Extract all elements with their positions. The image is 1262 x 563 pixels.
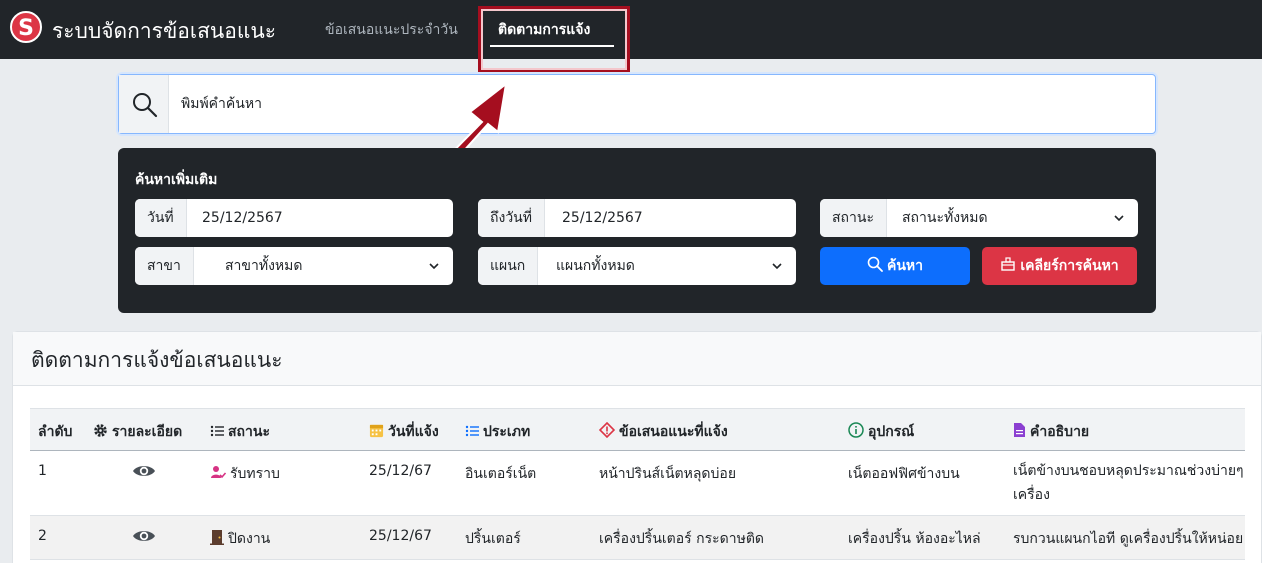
eye-icon bbox=[132, 466, 155, 476]
chevron-down-icon bbox=[772, 263, 782, 270]
date-to-field[interactable]: ถึงวันที่ 25/12/2567 bbox=[478, 199, 796, 237]
clear-button-label: เคลียร์การค้นหา bbox=[1020, 258, 1119, 274]
status-label: สถานะ bbox=[820, 199, 887, 237]
search-button[interactable]: ค้นหา bbox=[820, 247, 970, 285]
col-header-issue[interactable]: ข้อเสนอแนะที่แจ้ง bbox=[591, 408, 840, 451]
status-value: สถานะทั้งหมด bbox=[902, 210, 988, 226]
advanced-search-title: ค้นหาเพิ่มเติม bbox=[135, 172, 218, 188]
row-issue: เครื่องปริ้นเตอร์ กระดาษติด bbox=[599, 531, 765, 547]
info-icon bbox=[848, 422, 864, 438]
branch-label: สาขา bbox=[135, 247, 194, 285]
date-from-label: วันที่ bbox=[135, 199, 187, 237]
col-header-device[interactable]: อุปกรณ์ bbox=[840, 408, 1005, 451]
app-title[interactable]: ระบบจัดการข้อเสนอแนะ bbox=[52, 15, 276, 48]
department-label: แผนก bbox=[478, 247, 539, 285]
row-status: ปิดงาน bbox=[202, 516, 361, 560]
eye-icon bbox=[132, 531, 155, 541]
row-device: เน็ตออฟฟิศข้างบน bbox=[848, 466, 960, 482]
list-icon bbox=[210, 425, 224, 437]
card-header: ติดตามการแจ้งข้อเสนอแนะ bbox=[13, 332, 1261, 386]
row-issue: หน้าปรินส์เน็ตหลุดบ่อย bbox=[599, 466, 737, 482]
col-header-status[interactable]: สถานะ bbox=[202, 408, 361, 451]
view-detail-button[interactable] bbox=[85, 516, 202, 560]
status-text: ปิดงาน bbox=[228, 531, 271, 547]
warning-icon bbox=[599, 422, 615, 438]
col-header-status-label: สถานะ bbox=[228, 424, 270, 440]
row-device: เครื่องปริ้น ห้องอะไหล่ bbox=[848, 531, 981, 547]
date-to-label: ถึงวันที่ bbox=[478, 199, 545, 237]
row-no: 1 bbox=[38, 463, 47, 479]
row-date: 25/12/67 bbox=[369, 463, 432, 479]
date-from-value[interactable]: 25/12/2567 bbox=[202, 199, 283, 237]
table-header-row: ลำดับ รายละเอียด สถานะ วันที่แจ้ง ประเภท bbox=[30, 408, 1245, 451]
door-closed-icon bbox=[210, 530, 224, 545]
table-row[interactable]: 1 รับทราบ 25/12/67 อินเตอร์เน็ต หน้าปริน… bbox=[30, 450, 1245, 516]
search-input[interactable] bbox=[181, 93, 1081, 115]
clear-search-button[interactable]: เคลียร์การค้นหา bbox=[982, 247, 1137, 285]
annotation-highlight-box bbox=[478, 6, 630, 73]
col-header-detail[interactable]: รายละเอียด bbox=[85, 408, 202, 451]
search-icon bbox=[119, 75, 169, 133]
date-to-value[interactable]: 25/12/2567 bbox=[562, 199, 643, 237]
branch-value: สาขาทั้งหมด bbox=[225, 258, 303, 274]
department-select[interactable]: แผนก แผนกทั้งหมด bbox=[478, 247, 796, 285]
table-row[interactable]: 2 ปิดงาน 25/12/67 ปริ้นเตอร์ เครื่องปริ้… bbox=[30, 515, 1245, 560]
branch-select[interactable]: สาขา สาขาทั้งหมด bbox=[135, 247, 453, 285]
chevron-down-icon bbox=[429, 263, 439, 270]
card-title: ติดตามการแจ้งข้อเสนอแนะ bbox=[31, 348, 283, 372]
user-check-icon bbox=[211, 466, 226, 479]
row-date: 25/12/67 bbox=[369, 528, 432, 544]
status-select[interactable]: สถานะ สถานะทั้งหมด bbox=[820, 199, 1138, 237]
results-card: ติดตามการแจ้งข้อเสนอแนะ ลำดับ รายละเอียด… bbox=[12, 331, 1262, 563]
col-header-detail-label: รายละเอียด bbox=[112, 424, 183, 440]
view-detail-button[interactable] bbox=[85, 451, 202, 516]
nav-daily-suggestions[interactable]: ข้อเสนอแนะประจำวัน bbox=[325, 19, 458, 41]
search-bar bbox=[118, 74, 1156, 134]
search-icon bbox=[867, 256, 883, 272]
col-header-desc-label: คำอธิบาย bbox=[1030, 424, 1090, 440]
search-button-label: ค้นหา bbox=[886, 258, 924, 274]
row-no: 2 bbox=[38, 528, 47, 544]
row-status: รับทราบ bbox=[202, 451, 361, 516]
document-icon bbox=[1014, 423, 1025, 437]
col-header-desc[interactable]: คำอธิบาย bbox=[1005, 408, 1245, 451]
col-header-no[interactable]: ลำดับ bbox=[30, 408, 85, 451]
chevron-down-icon bbox=[1114, 215, 1124, 222]
date-from-field[interactable]: วันที่ 25/12/2567 bbox=[135, 199, 453, 237]
col-header-no-label: ลำดับ bbox=[38, 424, 73, 440]
col-header-date[interactable]: วันที่แจ้ง bbox=[361, 408, 457, 451]
list-icon bbox=[465, 425, 479, 437]
status-text: รับทราบ bbox=[230, 466, 280, 482]
row-desc: เน็ตข้างบนชอบหลุดประมาณช่วงบ่ายๆ แล้ว ใช… bbox=[1013, 463, 1245, 503]
col-header-type-label: ประเภท bbox=[483, 424, 531, 440]
col-header-device-label: อุปกรณ์ bbox=[868, 424, 915, 440]
eraser-icon bbox=[1001, 257, 1016, 271]
calendar-icon bbox=[369, 424, 384, 438]
advanced-search-panel: ค้นหาเพิ่มเติม วันที่ 25/12/2567 ถึงวันท… bbox=[118, 148, 1156, 313]
row-desc: รบกวนแผนกไอที ดูเครื่องปริ้นให้หน่อย bbox=[1013, 531, 1244, 547]
col-header-issue-label: ข้อเสนอแนะที่แจ้ง bbox=[619, 424, 728, 440]
results-table-container[interactable]: ลำดับ รายละเอียด สถานะ วันที่แจ้ง ประเภท bbox=[30, 408, 1245, 563]
top-navbar: S ระบบจัดการข้อเสนอแนะ ข้อเสนอแนะประจำวั… bbox=[0, 0, 1262, 59]
row-type: อินเตอร์เน็ต bbox=[465, 466, 537, 482]
row-type: ปริ้นเตอร์ bbox=[465, 531, 521, 547]
col-header-date-label: วันที่แจ้ง bbox=[388, 424, 439, 440]
gear-icon bbox=[94, 424, 107, 437]
col-header-type[interactable]: ประเภท bbox=[457, 408, 591, 451]
department-value: แผนกทั้งหมด bbox=[556, 258, 635, 274]
app-logo[interactable]: S bbox=[10, 11, 42, 43]
results-table: ลำดับ รายละเอียด สถานะ วันที่แจ้ง ประเภท bbox=[30, 408, 1245, 560]
